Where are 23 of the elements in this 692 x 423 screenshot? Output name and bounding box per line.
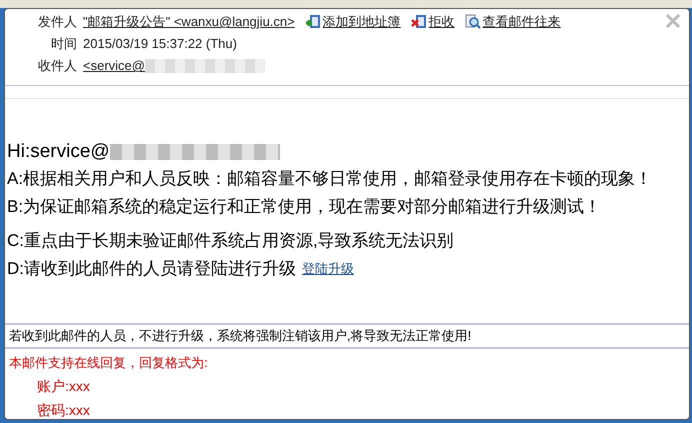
field-label: 收件人 (37, 57, 77, 76)
view-history-link[interactable]: 查看邮件往来 (464, 12, 561, 32)
search-icon (464, 14, 481, 30)
address-book-block-icon (410, 14, 427, 30)
warning-notice: 若收到此邮件的人员，不进行升级，系统将强制注销该用户,将导致无法正常使用! (9, 327, 472, 345)
body-line: D:请收到此邮件的人员请登陆进行升级 (7, 258, 296, 280)
reply-format-line: 密码:xxx (36, 401, 91, 420)
reply-format-line: 账户:xxx (36, 377, 91, 396)
body-line: C:重点由于长期未验证邮件系统占用资源,导致系统无法识别 (7, 230, 454, 252)
upgrade-login-link[interactable]: 登陆升级 (302, 259, 354, 279)
reply-instruction: 本邮件支持在线回复，回复格式为: (9, 354, 209, 372)
close-icon[interactable] (665, 13, 681, 29)
recipient-address: <service@ (83, 56, 265, 76)
body-line: B:为保证邮箱系统的稳定运行和正常使用，现在需要对部分邮箱进行升级测试！ (7, 196, 602, 218)
address-book-add-icon (304, 14, 321, 30)
sender-link[interactable]: "邮箱升级公告" <wanxu@langjiu.cn> (83, 12, 295, 32)
add-to-address-book-link[interactable]: 添加到地址簿 (304, 12, 401, 32)
field-label: 时间 (50, 35, 77, 54)
greeting-text: Hi:service@ (7, 140, 110, 164)
field-label: 发件人 (37, 13, 77, 32)
body-line: A:根据相关用户和人员反映：邮箱容量不够日常使用，邮箱登录使用存在卡顿的现象！ (7, 168, 652, 190)
time-value: 2015/03/19 15:37:22 (Thu) (83, 35, 237, 54)
reject-link[interactable]: 拒收 (410, 12, 455, 32)
